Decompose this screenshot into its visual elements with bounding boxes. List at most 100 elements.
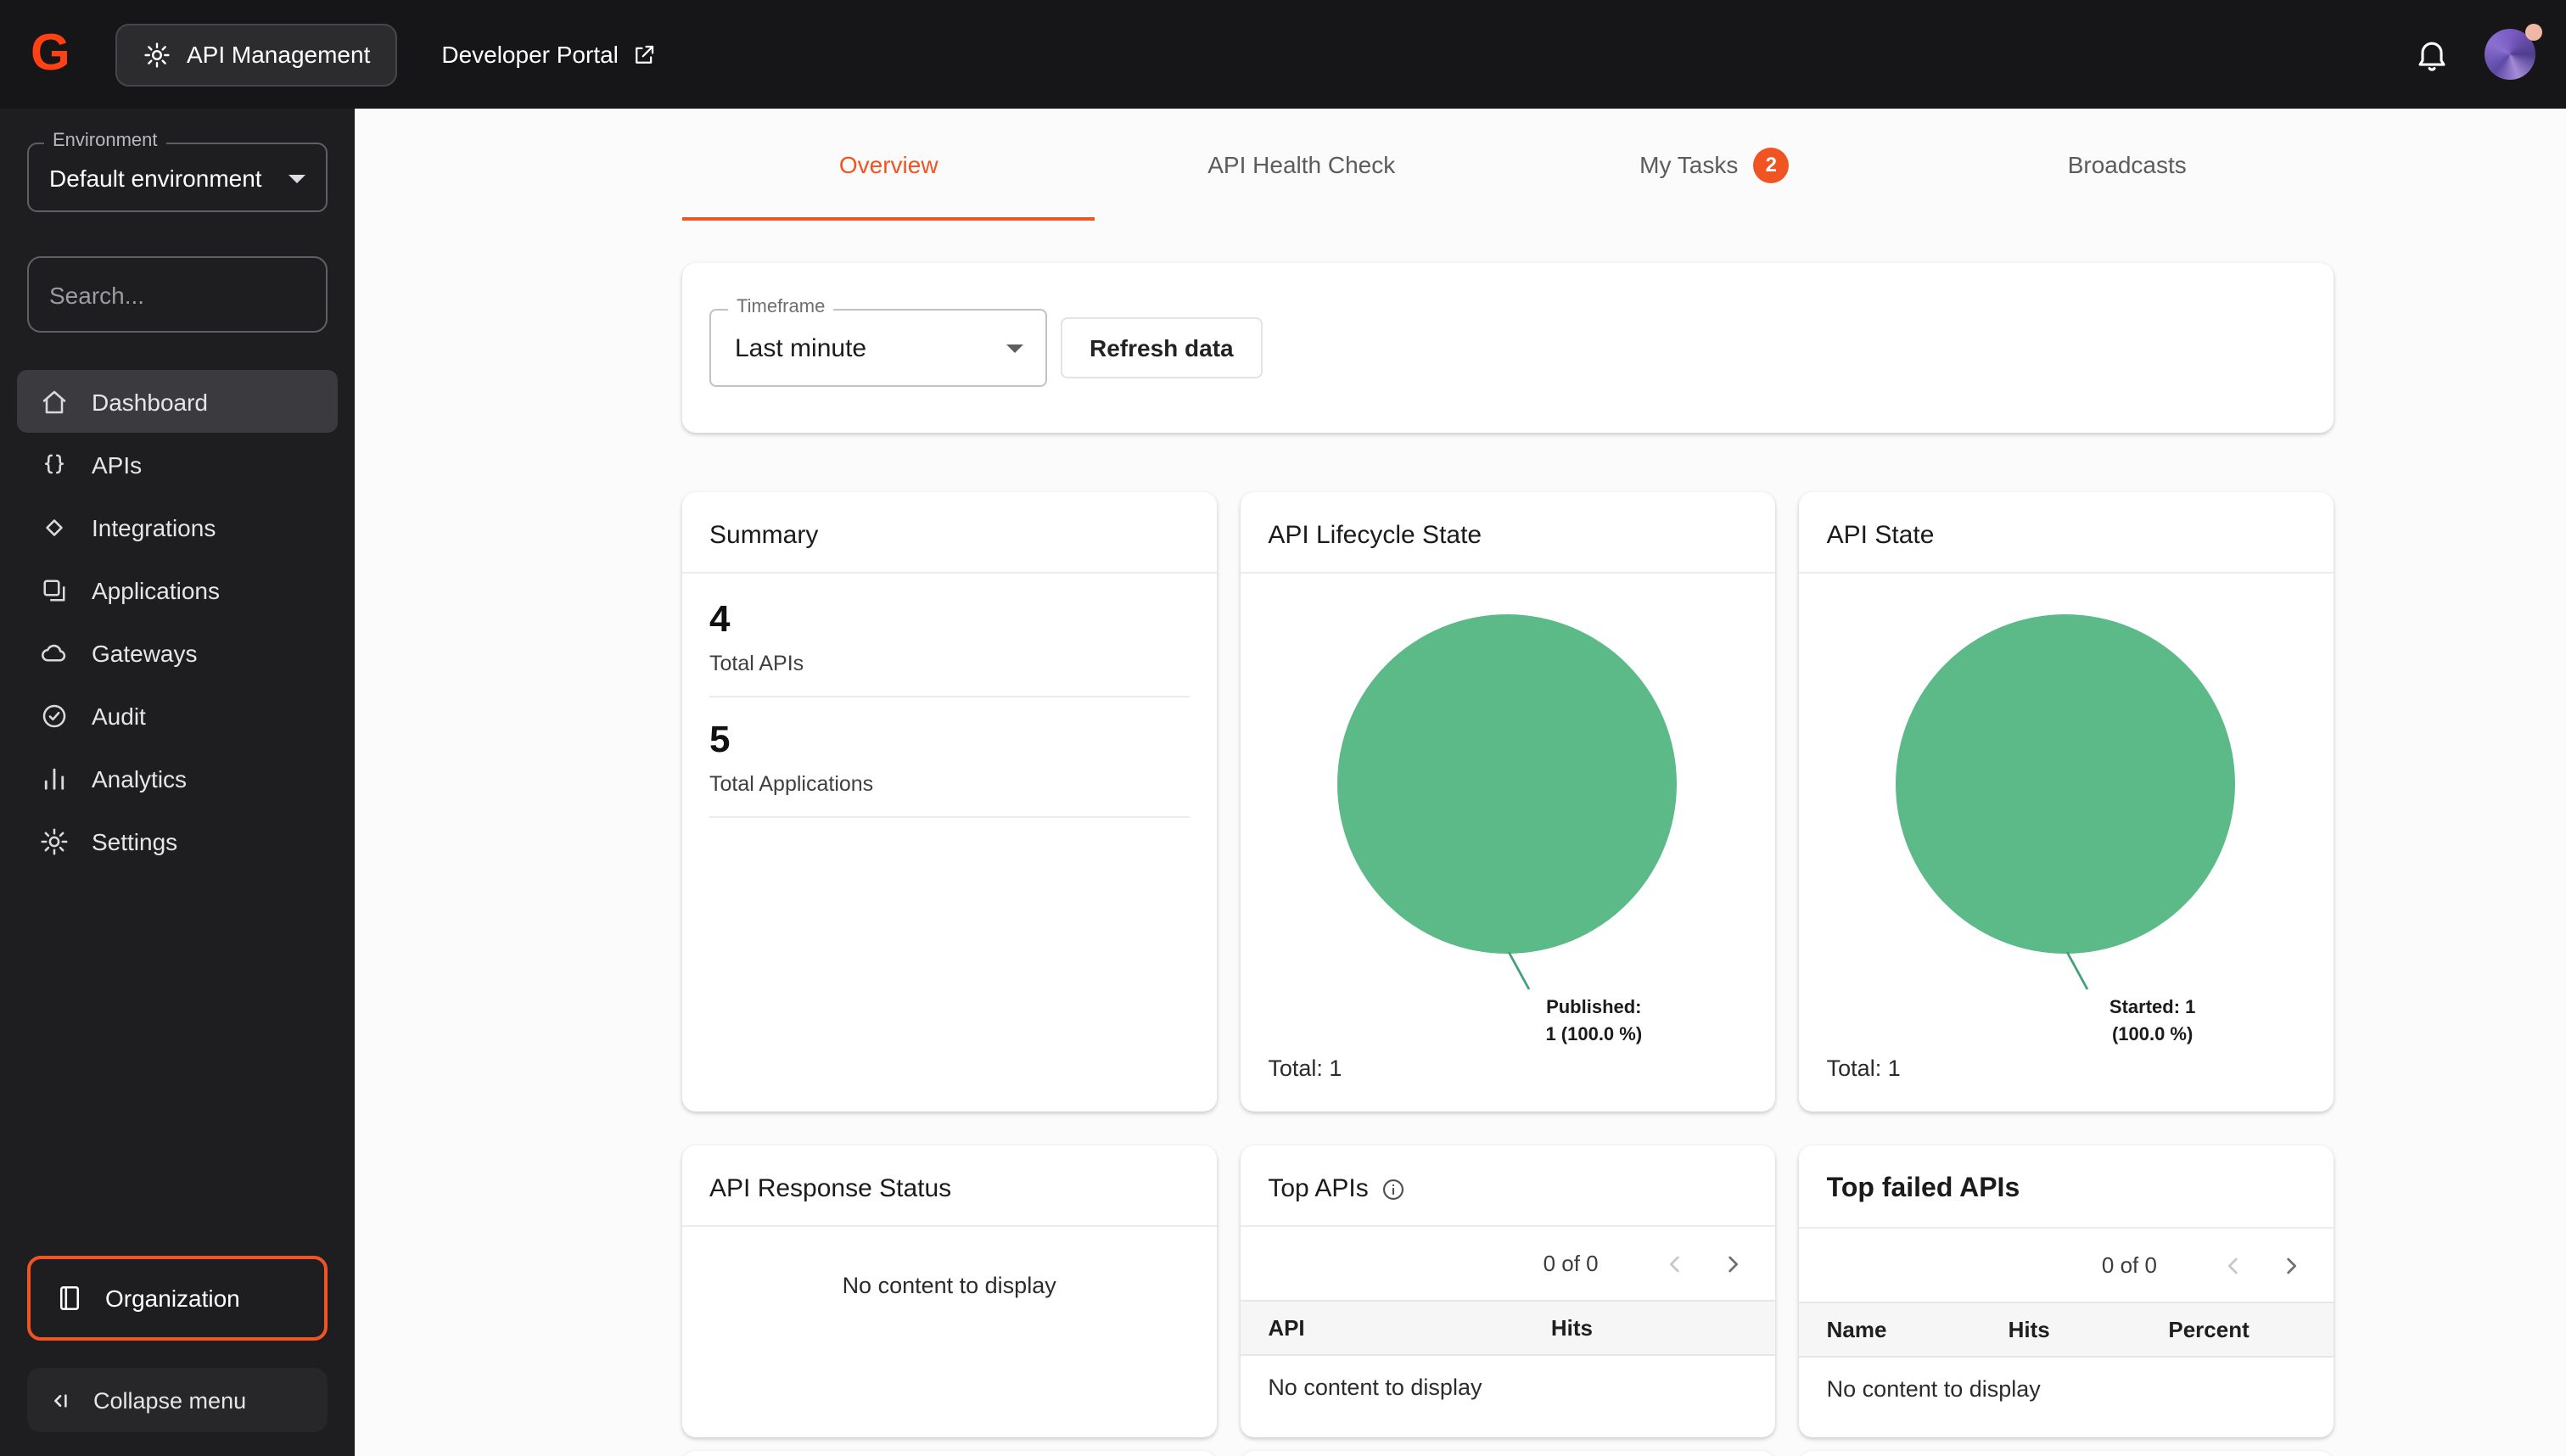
lifecycle-pie-chart[interactable]	[1337, 614, 1677, 954]
tab-api-health-check[interactable]: API Health Check	[1095, 109, 1509, 221]
sidebar-search	[27, 256, 328, 333]
organization-label: Organization	[105, 1285, 240, 1312]
pie-label-line2: (100.0 %)	[2042, 1023, 2263, 1050]
app-window: G API Management Developer Portal	[0, 0, 2566, 1456]
stat-value: 4	[709, 597, 1189, 641]
api-lifecycle-state-card: API Lifecycle State Published: 1 (100.0 …	[1241, 492, 1774, 1112]
tab-label: My Tasks	[1639, 151, 1738, 178]
sidebar-item-label: Analytics	[92, 764, 187, 792]
home-icon	[39, 386, 70, 417]
pie-callout-line	[1507, 950, 1534, 994]
next-row-cards	[682, 1451, 2333, 1456]
organization-icon	[54, 1283, 85, 1313]
top-failed-apis-paginator: 0 of 0	[1800, 1229, 2333, 1302]
tab-overview[interactable]: Overview	[682, 109, 1095, 221]
pie-label-line1: Published:	[1483, 996, 1704, 1023]
stat-value: 5	[709, 718, 1189, 762]
sidebar-item-audit[interactable]: Audit	[17, 684, 338, 747]
top-apis-paginator: 0 of 0	[1241, 1227, 1774, 1300]
search-input[interactable]	[49, 281, 356, 308]
timeframe-toolbar-card: Timeframe Last minute Refresh data	[682, 263, 2333, 433]
external-link-icon	[632, 42, 658, 67]
stat-total-apis: 4 Total APIs	[709, 577, 1189, 697]
pie-label-line1: Started: 1	[2042, 996, 2263, 1023]
top-failed-apis-title: Top failed APIs	[1800, 1145, 2333, 1229]
lifecycle-total: Total: 1	[1268, 1056, 1342, 1081]
environment-label: Environment	[44, 131, 166, 151]
environment-selector[interactable]: Environment Default environment	[27, 143, 328, 212]
summary-card-title: Summary	[682, 492, 1216, 574]
lifecycle-pie-label: Published: 1 (100.0 %)	[1483, 996, 1704, 1050]
column-header-name: Name	[1800, 1317, 1981, 1342]
timeframe-label: Timeframe	[728, 297, 833, 317]
sidebar-item-gateways[interactable]: Gateways	[17, 621, 338, 684]
sidebar-item-apis[interactable]: APIs	[17, 433, 338, 496]
sidebar-item-settings[interactable]: Settings	[17, 809, 338, 872]
api-state-card: API State Started: 1 (100.0 %) Total: 1	[1800, 492, 2333, 1112]
next-page-button[interactable]	[2262, 1236, 2320, 1294]
sidebar-item-applications[interactable]: Applications	[17, 558, 338, 621]
api-state-pie-label: Started: 1 (100.0 %)	[2042, 996, 2263, 1050]
tab-label: Overview	[839, 151, 938, 178]
chevron-down-icon	[289, 174, 305, 182]
sidebar-item-analytics[interactable]: Analytics	[17, 747, 338, 809]
stat-label: Total Applications	[709, 772, 1189, 796]
tab-label: API Health Check	[1207, 151, 1395, 178]
collapse-icon	[46, 1386, 75, 1414]
integrations-icon	[39, 512, 70, 542]
column-header-percent: Percent	[2141, 1317, 2333, 1342]
summary-card: Summary 4 Total APIs 5 Total Application…	[682, 492, 1216, 1112]
analytics-icon	[39, 763, 70, 793]
next-page-button[interactable]	[1704, 1235, 1762, 1292]
sidebar-item-integrations[interactable]: Integrations	[17, 496, 338, 558]
audit-icon	[39, 700, 70, 731]
gravitee-logo[interactable]: G	[31, 25, 88, 83]
collapse-menu-button[interactable]: Collapse menu	[27, 1368, 328, 1432]
api-state-pie-chart[interactable]	[1896, 614, 2236, 954]
tab-broadcasts[interactable]: Broadcasts	[1921, 109, 2334, 221]
user-avatar[interactable]	[2485, 29, 2535, 80]
info-icon[interactable]	[1381, 1175, 1408, 1202]
previous-page-button[interactable]	[2205, 1236, 2262, 1294]
empty-state-text: No content to display	[682, 1273, 1216, 1298]
sidebar-item-dashboard[interactable]: Dashboard	[17, 370, 338, 433]
developer-portal-link[interactable]: Developer Portal	[441, 41, 658, 68]
dashboard-tabs: Overview API Health Check My Tasks 2 Bro…	[682, 109, 2333, 221]
empty-state-text: No content to display	[1241, 1356, 1774, 1419]
timeframe-select[interactable]: Timeframe Last minute	[709, 309, 1047, 387]
environment-value: Default environment	[49, 165, 262, 192]
my-tasks-badge: 2	[1753, 147, 1789, 182]
developer-portal-label: Developer Portal	[441, 41, 619, 68]
api-lifecycle-state-title: API Lifecycle State	[1241, 492, 1774, 574]
organization-button[interactable]: Organization	[27, 1256, 328, 1341]
app-switcher-button[interactable]: API Management	[115, 23, 397, 86]
column-header-api: API	[1241, 1315, 1524, 1341]
api-state-title: API State	[1800, 492, 2333, 574]
topbar: G API Management Developer Portal	[0, 0, 2566, 109]
pagination-range: 0 of 0	[1544, 1251, 1599, 1276]
pie-label-line2: 1 (100.0 %)	[1483, 1023, 1704, 1050]
applications-icon	[39, 574, 70, 605]
notifications-button[interactable]	[2400, 22, 2464, 87]
sidebar-item-label: Audit	[92, 702, 146, 729]
gateways-icon	[39, 637, 70, 668]
pie-callout-line	[2066, 950, 2093, 994]
tab-my-tasks[interactable]: My Tasks 2	[1508, 109, 1921, 221]
gear-icon	[143, 40, 171, 69]
sidebar-bottom: Organization Collapse menu	[0, 1256, 355, 1456]
stat-total-applications: 5 Total Applications	[709, 697, 1189, 818]
api-state-total: Total: 1	[1827, 1056, 1901, 1081]
top-apis-card: Top APIs 0 of 0	[1241, 1145, 1774, 1437]
sidebar-item-label: Integrations	[92, 513, 216, 540]
clipped-card	[1241, 1451, 1774, 1456]
tab-label: Broadcasts	[2068, 151, 2187, 178]
bell-icon	[2413, 36, 2451, 73]
previous-page-button[interactable]	[1646, 1235, 1704, 1292]
clipped-card	[682, 1451, 1216, 1456]
avatar-status-dot	[2525, 24, 2542, 41]
sidebar-item-label: Gateways	[92, 639, 198, 666]
sidebar-item-label: Settings	[92, 827, 177, 854]
chevron-down-icon	[1006, 344, 1023, 352]
sidebar-nav: Dashboard APIs Integrations	[17, 370, 338, 872]
refresh-data-button[interactable]: Refresh data	[1061, 317, 1263, 378]
